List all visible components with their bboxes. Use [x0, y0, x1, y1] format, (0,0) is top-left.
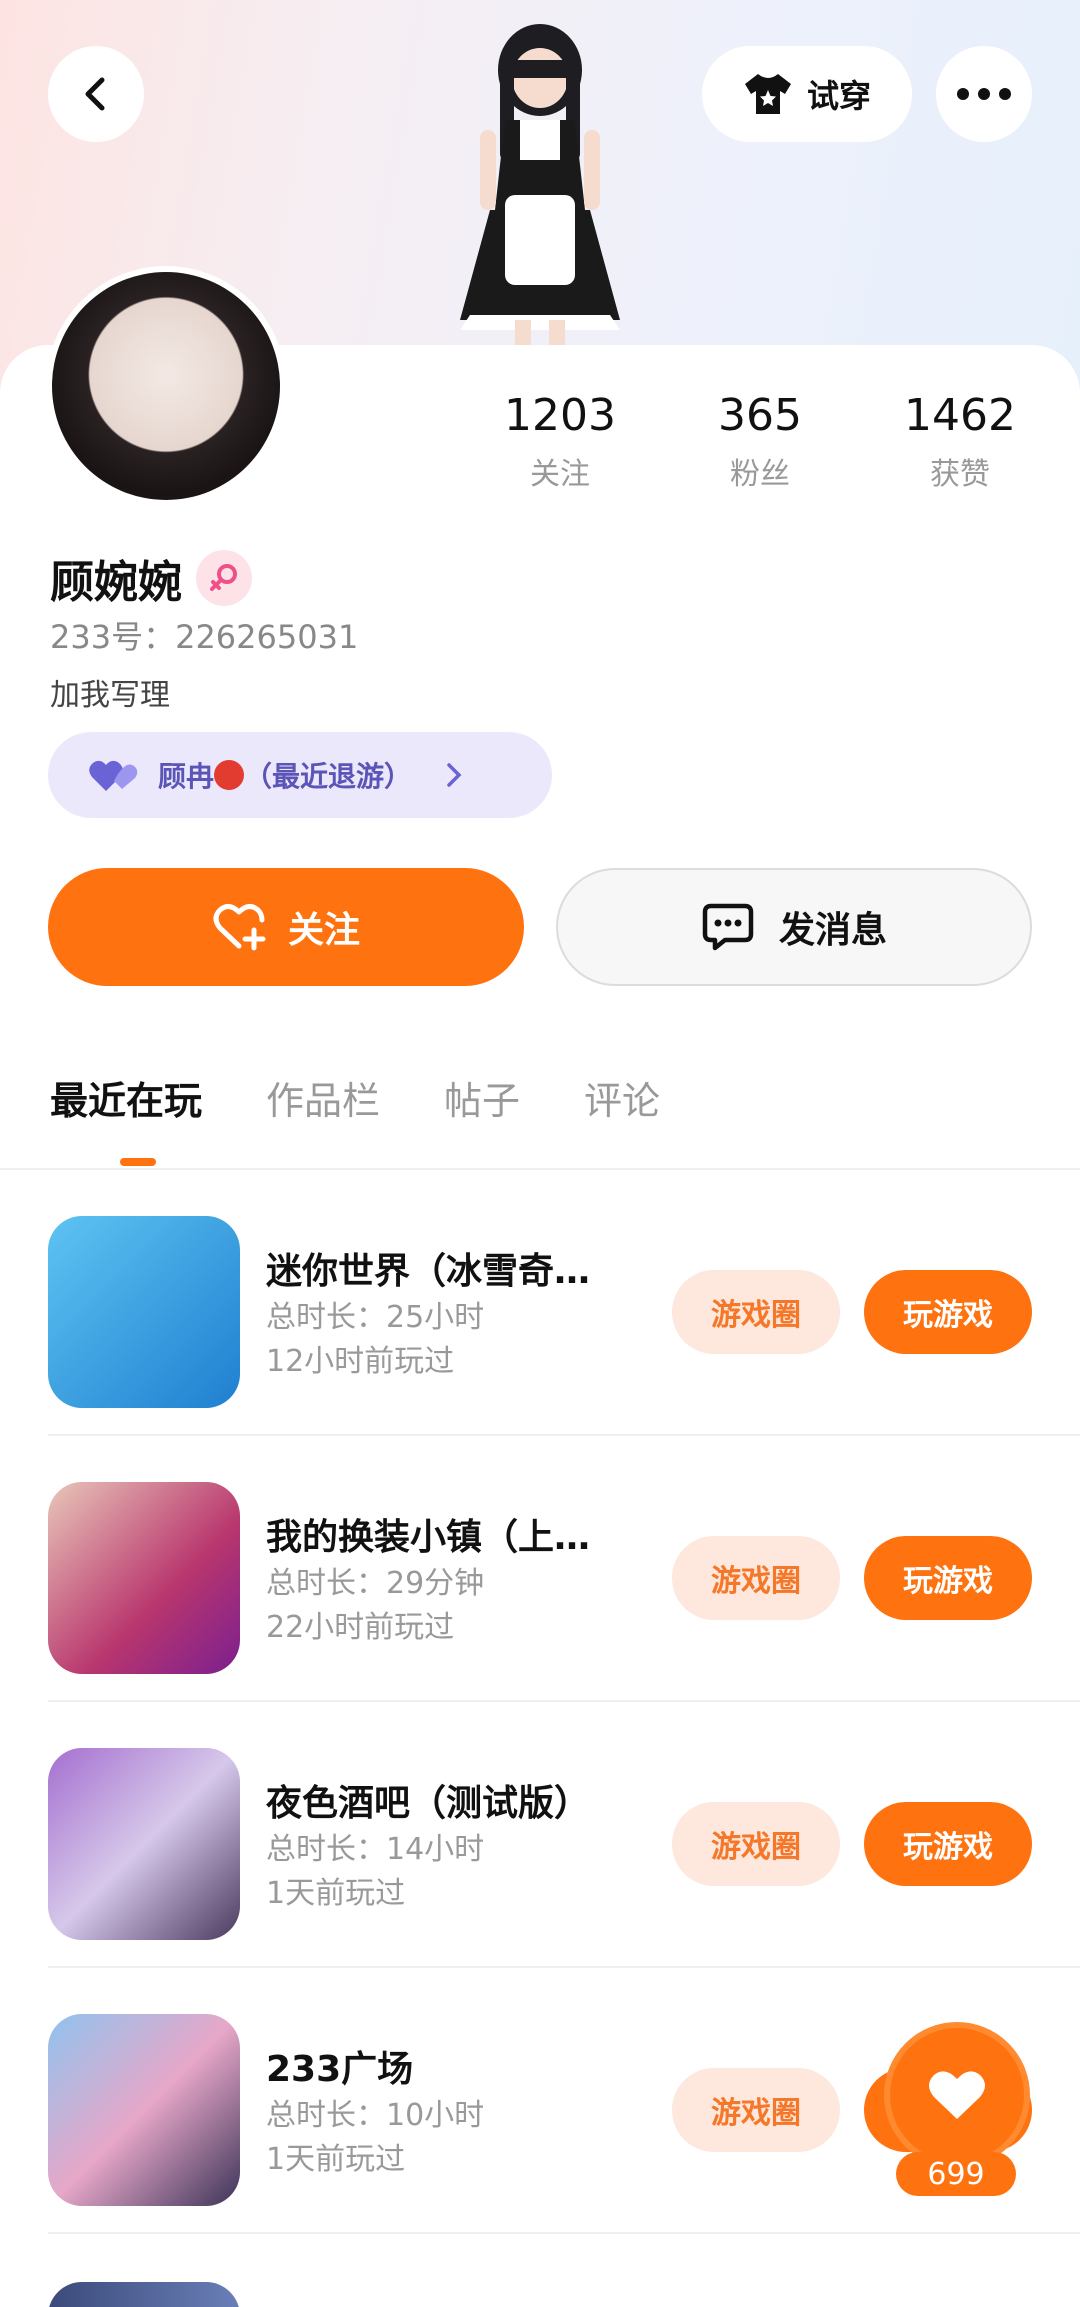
game-duration: 总时长：29分钟 [266, 1566, 485, 1601]
female-gender-icon [196, 550, 252, 606]
game-circle-button[interactable]: 游戏圈 [672, 2068, 840, 2152]
game-circle-button[interactable]: 游戏圈 [672, 1536, 840, 1620]
profile-stats: 1203 关注 365 粉丝 1462 获赞 [460, 390, 1060, 493]
stat-label: 粉丝 [730, 457, 790, 492]
heart-plus-icon [213, 904, 266, 951]
like-floating-button[interactable] [884, 2022, 1030, 2168]
game-icon[interactable] [48, 1482, 240, 1674]
profile-tabs: 最近在玩 作品栏 帖子 评论 [50, 1070, 724, 1125]
user-bio: 加我写理 [50, 678, 170, 713]
chevron-left-icon [85, 77, 105, 111]
more-dots-icon [957, 88, 1011, 100]
stat-label: 关注 [530, 457, 590, 492]
stat-likes[interactable]: 1462 获赞 [860, 390, 1060, 493]
profile-avatar[interactable] [46, 266, 286, 506]
game-last-played: 22小时前玩过 [266, 1610, 455, 1645]
game-last-played: 12小时前玩过 [266, 1344, 455, 1379]
game-circle-button[interactable]: 游戏圈 [672, 1802, 840, 1886]
game-duration: 总时长：10小时 [266, 2098, 485, 2133]
game-meta: 总时长：25小时 12小时前玩过 [266, 1296, 484, 1384]
game-row[interactable]: 迷你世界（冰雪奇… 总时长：25小时 12小时前玩过 游戏圈 玩游戏 [0, 1170, 1080, 1436]
play-game-button[interactable]: 玩游戏 [864, 1802, 1032, 1886]
more-options-button[interactable] [936, 46, 1032, 142]
active-tab-indicator [120, 1158, 156, 1166]
game-row[interactable]: 夜色酒吧（测试版） 总时长：14小时 1天前玩过 游戏圈 玩游戏 [0, 1702, 1080, 1968]
angry-face-icon [214, 760, 245, 790]
stat-followers[interactable]: 365 粉丝 [660, 390, 860, 493]
tshirt-icon [744, 74, 791, 114]
stat-following[interactable]: 1203 关注 [460, 390, 660, 493]
game-title: 夜色酒吧（测试版） [266, 1783, 591, 1824]
row-divider [48, 2232, 1080, 2234]
send-message-button[interactable]: 发消息 [556, 868, 1032, 986]
game-icon-partial [48, 2282, 240, 2307]
game-icon[interactable] [48, 1748, 240, 1940]
stat-value: 1462 [904, 390, 1016, 441]
game-title: 我的换装小镇（上… [266, 1517, 591, 1558]
like-count-badge: 699 [896, 2152, 1016, 2196]
stat-label: 获赞 [930, 457, 990, 492]
message-label: 发消息 [778, 910, 887, 951]
try-on-button[interactable]: 试穿 [702, 46, 912, 142]
friend-name: 顾冉 （最近退游） [158, 760, 413, 793]
chevron-right-icon [447, 763, 462, 787]
user-id: 233号：226265031 [50, 618, 359, 656]
follow-button[interactable]: 关注 [48, 868, 524, 986]
close-friend-pill[interactable]: 顾冉 （最近退游） [48, 732, 552, 818]
game-last-played: 1天前玩过 [266, 1876, 406, 1911]
heart-icon [929, 2071, 985, 2119]
game-icon[interactable] [48, 2014, 240, 2206]
chat-bubble-icon [702, 903, 754, 951]
game-meta: 总时长：10小时 1天前玩过 [266, 2094, 484, 2182]
avatar-3d-figure[interactable] [420, 20, 660, 350]
game-circle-button[interactable]: 游戏圈 [672, 1270, 840, 1354]
tab-posts[interactable]: 帖子 [444, 1070, 520, 1125]
game-duration: 总时长：14小时 [266, 1832, 485, 1867]
double-heart-icon [89, 760, 138, 791]
avatar-image [52, 272, 280, 500]
tab-comments[interactable]: 评论 [584, 1070, 660, 1125]
game-icon[interactable] [48, 1216, 240, 1408]
game-last-played: 1天前玩过 [266, 2142, 406, 2177]
game-title: 233广场 [266, 2049, 414, 2090]
profile-name: 顾婉婉 [50, 557, 182, 608]
tab-works[interactable]: 作品栏 [266, 1070, 380, 1125]
stat-value: 1203 [504, 390, 616, 441]
back-button[interactable] [48, 46, 144, 142]
try-on-label: 试穿 [806, 77, 871, 115]
follow-label: 关注 [287, 910, 360, 951]
tab-recently-played[interactable]: 最近在玩 [50, 1070, 202, 1125]
game-duration: 总时长：25小时 [266, 1300, 485, 1335]
name-row: 顾婉婉 [50, 546, 252, 610]
stat-value: 365 [718, 390, 802, 441]
game-meta: 总时长：29分钟 22小时前玩过 [266, 1562, 484, 1650]
play-game-button[interactable]: 玩游戏 [864, 1270, 1032, 1354]
play-game-button[interactable]: 玩游戏 [864, 1536, 1032, 1620]
game-meta: 总时长：14小时 1天前玩过 [266, 1828, 484, 1916]
game-row[interactable]: 我的换装小镇（上… 总时长：29分钟 22小时前玩过 游戏圈 玩游戏 [0, 1436, 1080, 1702]
game-title: 迷你世界（冰雪奇… [266, 1251, 591, 1292]
